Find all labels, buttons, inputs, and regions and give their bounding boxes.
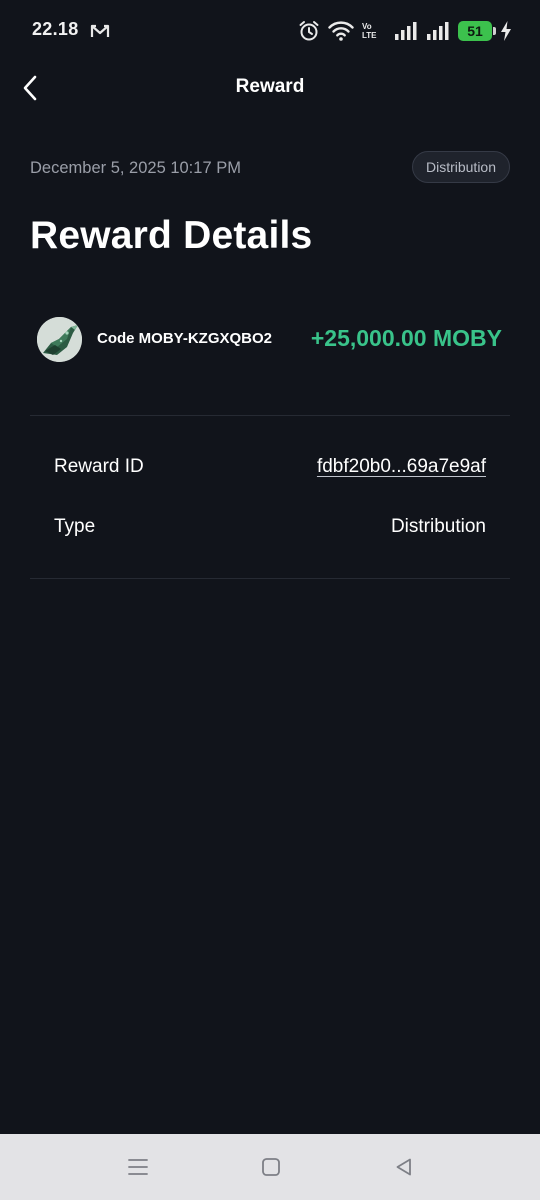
reward-amount: +25,000.00 MOBY bbox=[310, 325, 502, 351]
header-title: Reward bbox=[235, 76, 305, 97]
volte-icon: Vo LTE bbox=[362, 22, 386, 40]
wifi-icon bbox=[328, 21, 354, 41]
distribution-badge: Distribution bbox=[411, 151, 510, 183]
detail-row-reward-id: Reward ID fdbf20b0...69a7e9af bbox=[54, 456, 486, 486]
reward-summary-row: Code MOBY-KZGXQBO2 +25,000.00 MOBY bbox=[30, 310, 510, 370]
reward-code: Code MOBY-KZGXQBO2 bbox=[97, 330, 273, 347]
moby-token-icon bbox=[37, 317, 82, 362]
back-triangle-icon bbox=[396, 1158, 411, 1176]
reward-date: December 5, 2025 10:17 PM bbox=[30, 159, 241, 177]
status-icons: Vo LTE 51 bbox=[298, 19, 512, 43]
mail-m-icon bbox=[90, 24, 110, 37]
home-square-icon bbox=[262, 1158, 280, 1176]
signal-icon bbox=[395, 22, 417, 40]
page-title: Reward Details bbox=[30, 214, 313, 257]
detail-label: Type bbox=[54, 516, 96, 537]
system-nav-bar bbox=[0, 1134, 540, 1200]
recent-apps-button[interactable] bbox=[125, 1154, 151, 1180]
home-button[interactable] bbox=[258, 1154, 284, 1180]
volte-top-label: Vo bbox=[362, 22, 372, 31]
signal-icon bbox=[427, 22, 449, 40]
divider bbox=[30, 415, 510, 416]
divider bbox=[30, 578, 510, 579]
volte-bottom-label: LTE bbox=[362, 31, 377, 40]
charging-icon bbox=[501, 21, 511, 41]
detail-label: Reward ID bbox=[54, 456, 144, 477]
alarm-icon bbox=[299, 21, 319, 41]
battery-level: 51 bbox=[467, 23, 483, 39]
status-bar: 22.18 Vo LTE 51 bbox=[0, 0, 540, 60]
menu-icon bbox=[128, 1159, 148, 1175]
detail-value: Distribution bbox=[390, 516, 486, 537]
app-header: Reward bbox=[0, 60, 540, 116]
detail-row-type: Type Distribution bbox=[54, 516, 486, 546]
system-back-button[interactable] bbox=[391, 1154, 417, 1180]
reward-id-link[interactable]: fdbf20b0...69a7e9af bbox=[317, 456, 486, 478]
status-time: 22.18 bbox=[32, 19, 79, 39]
battery-icon: 51 bbox=[458, 21, 496, 41]
